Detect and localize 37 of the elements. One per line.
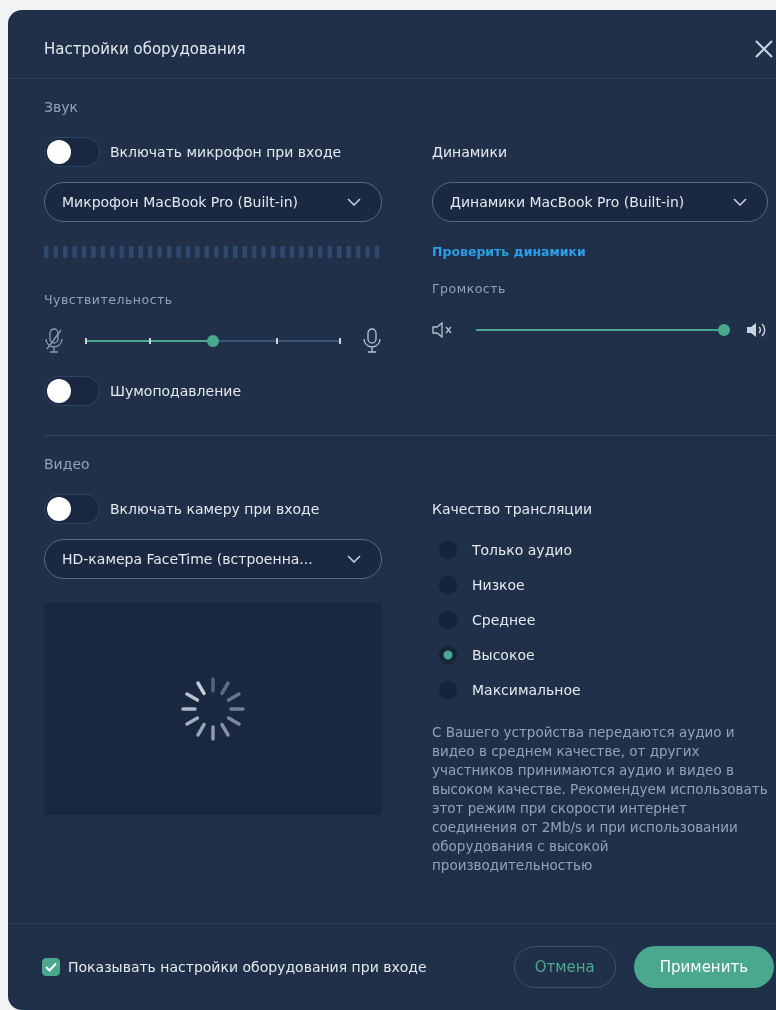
toggle-label: Включать микрофон при входе xyxy=(110,144,342,160)
chevron-down-icon xyxy=(347,198,361,206)
radio-label: Максимальное xyxy=(472,682,581,698)
microphone-dropdown[interactable]: Микрофон MacBook Pro (Built-in) xyxy=(44,182,382,222)
checkbox-label: Показывать настройки оборудования при входе xyxy=(68,959,427,975)
section-heading: Видео xyxy=(44,456,90,472)
toggle-switch[interactable] xyxy=(44,494,100,524)
window-title: Настройки оборудования xyxy=(44,40,246,58)
speaker-loud-icon xyxy=(746,321,768,339)
slider-label: Громкость xyxy=(432,281,506,296)
radio-button[interactable] xyxy=(438,645,458,665)
field-label: Качество трансляции xyxy=(432,501,593,517)
radio-label: Высокое xyxy=(472,647,535,663)
slider-thumb[interactable] xyxy=(207,335,219,347)
field-label: Динамики xyxy=(432,144,507,160)
radio-label: Низкое xyxy=(472,577,525,593)
radio-label: Среднее xyxy=(472,612,536,628)
camera-dropdown[interactable]: HD-камера FaceTime (встроенна... xyxy=(44,539,382,579)
microphone-muted-icon xyxy=(44,328,64,354)
toggle-label: Включать камеру при входе xyxy=(110,501,320,517)
toggle-label: Шумоподавление xyxy=(110,383,242,399)
toggle-switch[interactable] xyxy=(44,376,100,406)
slider-thumb[interactable] xyxy=(718,324,730,336)
test-speakers-link[interactable]: Проверить динамики xyxy=(432,244,586,259)
radio-label: Только аудио xyxy=(472,542,572,558)
checkbox[interactable] xyxy=(42,958,60,976)
chevron-down-icon xyxy=(733,198,747,206)
toggle-switch[interactable] xyxy=(44,137,100,167)
close-icon[interactable] xyxy=(754,39,774,59)
speaker-muted-icon xyxy=(432,322,454,338)
quality-description: С Вашего устройства передаются аудио и видео в среднем качестве, от других участников принимаются аудио и видео в высоком качестве. Рекомендуем использовать этот режим при скорости интернет соединения от 2Mb/s и при использовании оборудования с высокой производительностью xyxy=(432,723,768,875)
chevron-down-icon xyxy=(347,555,361,563)
microphone-icon xyxy=(362,328,382,354)
loading-spinner-icon xyxy=(180,676,246,742)
slider-label: Чувствительность xyxy=(44,292,173,307)
section-heading: Звук xyxy=(44,99,78,115)
speaker-dropdown[interactable]: Динамики MacBook Pro (Built-in) xyxy=(432,182,768,222)
